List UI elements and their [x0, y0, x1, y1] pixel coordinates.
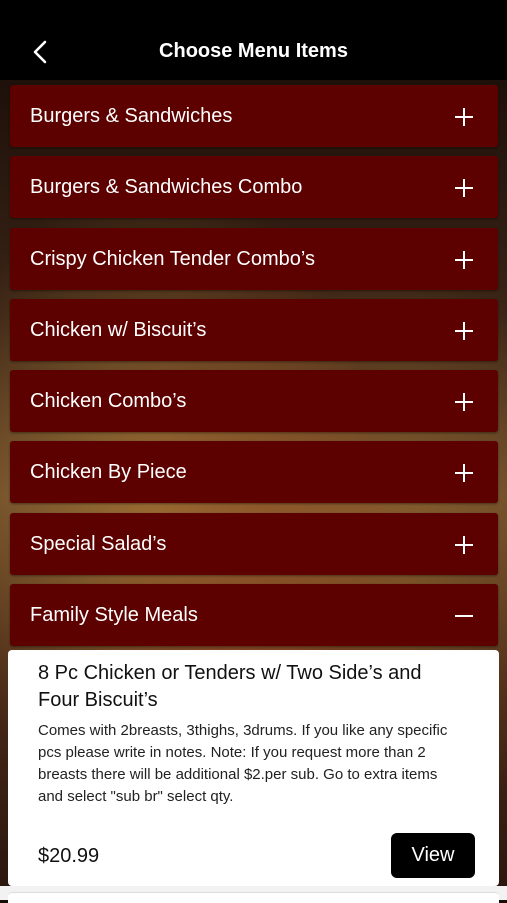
category-chicken-w-biscuits[interactable]: Chicken w/ Biscuit’s [10, 298, 498, 361]
category-label: Family Style Meals [30, 604, 198, 627]
plus-icon [454, 321, 474, 341]
page-title: Choose Menu Items [159, 40, 348, 62]
category-chicken-combos[interactable]: Chicken Combo’s [10, 370, 498, 433]
category-family-style-meals[interactable]: Family Style Meals [10, 584, 498, 647]
item-price: $20.99 [38, 845, 100, 867]
plus-icon [454, 107, 474, 127]
plus-icon [454, 178, 474, 198]
category-label: Chicken Combo’s [30, 390, 187, 413]
category-label: Chicken By Piece [30, 461, 187, 484]
top-bar: Choose Menu Items [0, 0, 507, 80]
category-burgers-sandwiches[interactable]: Burgers & Sandwiches [10, 85, 498, 147]
category-label: Special Salad’s [30, 532, 167, 555]
view-button[interactable]: View [391, 833, 475, 878]
category-burgers-sandwiches-combo[interactable]: Burgers & Sandwiches Combo [10, 156, 498, 219]
category-list: Burgers & Sandwiches Burgers & Sandwiche… [10, 85, 498, 655]
plus-icon [454, 392, 474, 412]
plus-icon [454, 250, 474, 270]
category-label: Burgers & Sandwiches Combo [30, 176, 303, 199]
item-name: 8 Pc Chicken or Tenders w/ Two Side’s an… [38, 662, 422, 711]
next-item-card-edge[interactable] [8, 892, 499, 903]
plus-icon [454, 535, 474, 555]
category-special-salads[interactable]: Special Salad’s [10, 512, 498, 575]
category-chicken-by-piece[interactable]: Chicken By Piece [10, 441, 498, 504]
item-description: Comes with 2breasts, 3thighs, 3drums. If… [38, 722, 448, 805]
category-label: Chicken w/ Biscuit’s [30, 318, 207, 341]
category-label: Crispy Chicken Tender Combo’s [30, 247, 315, 270]
plus-icon [454, 463, 474, 483]
category-label: Burgers & Sandwiches [30, 105, 233, 127]
menu-item-card[interactable]: 8 Pc Chicken or Tenders w/ Two Side’s an… [8, 650, 499, 886]
minus-icon [454, 606, 474, 626]
category-crispy-chicken-tender-combos[interactable]: Crispy Chicken Tender Combo’s [10, 227, 498, 290]
